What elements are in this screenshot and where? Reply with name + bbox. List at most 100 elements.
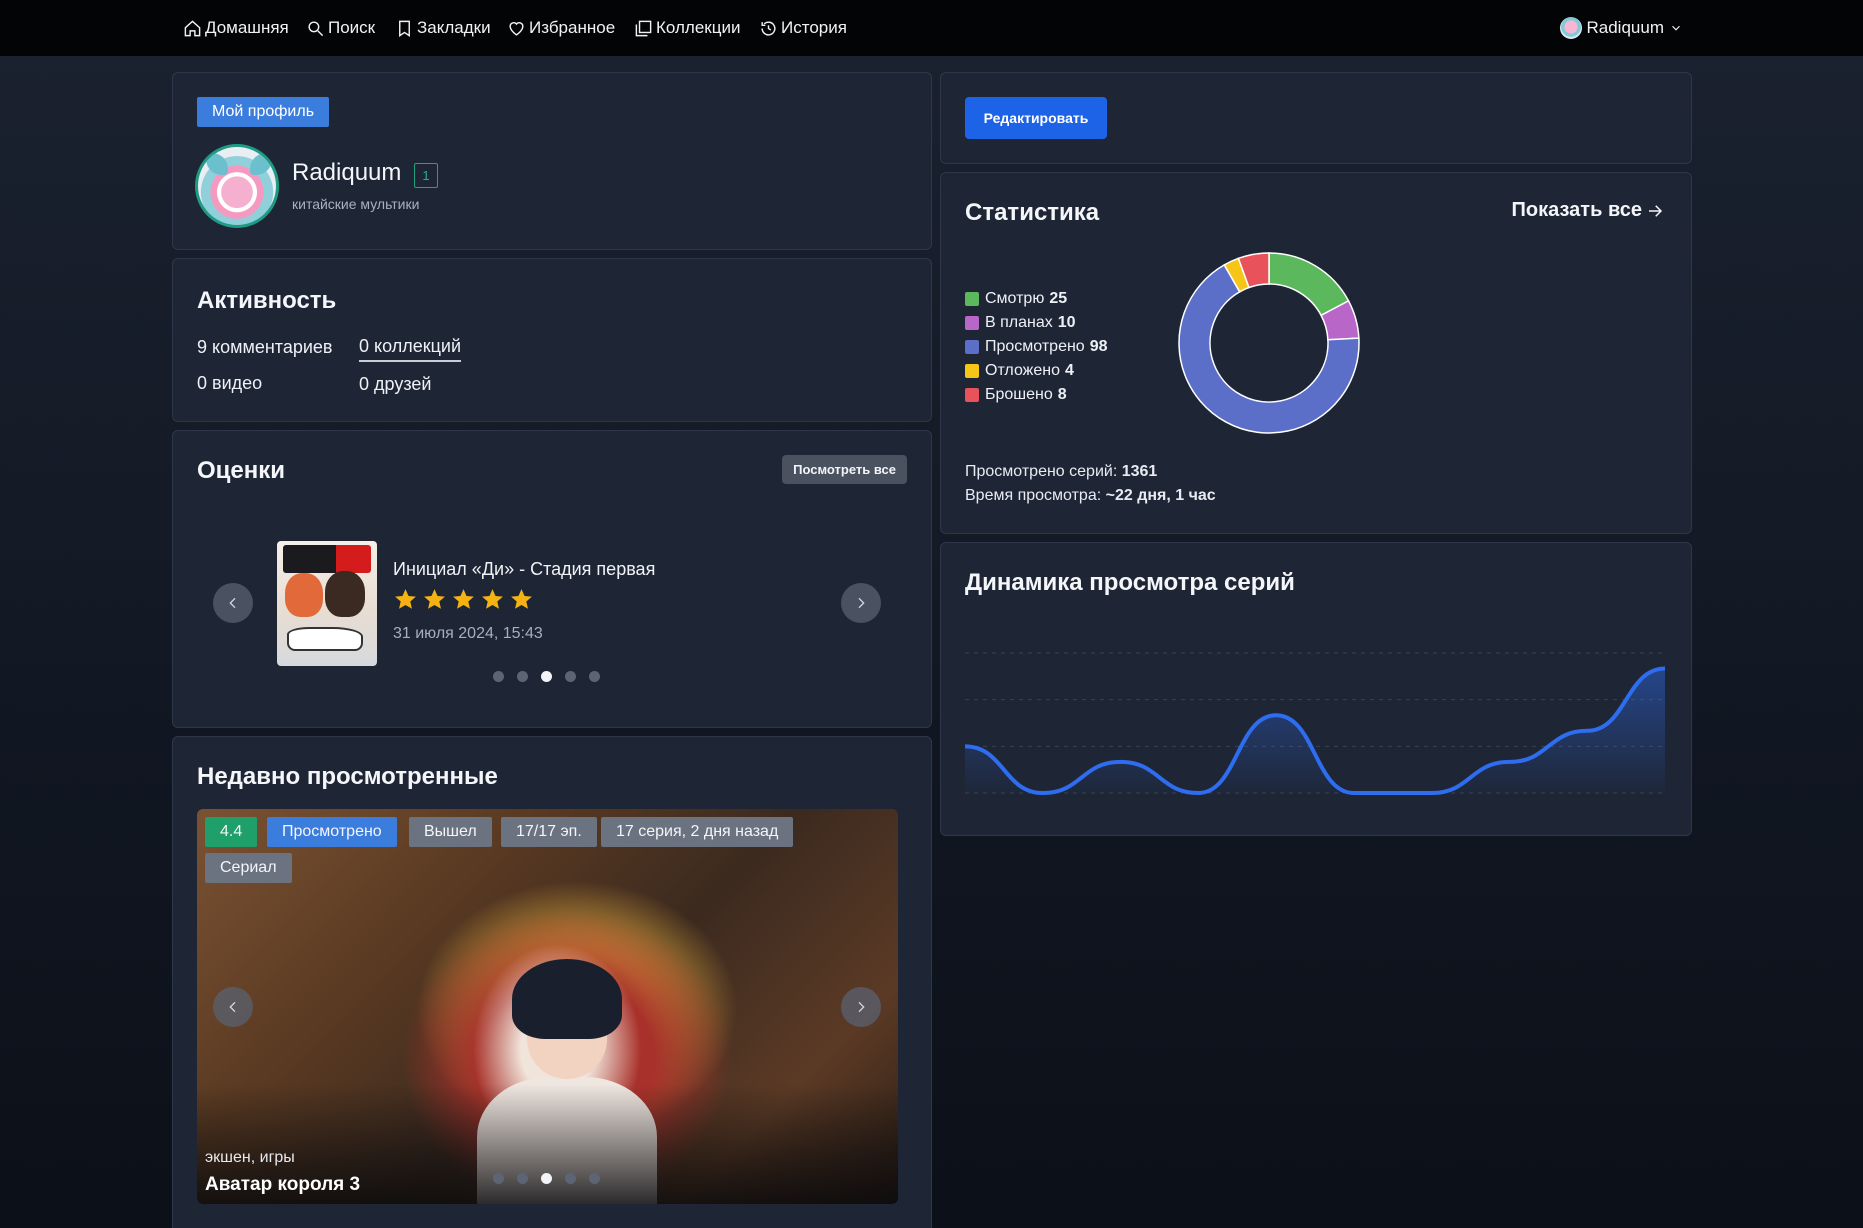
nav-collections-label: Коллекции bbox=[656, 18, 741, 37]
legend-label: Брошено bbox=[985, 386, 1053, 403]
legend-swatch bbox=[965, 340, 979, 354]
nav-history-label: История bbox=[781, 18, 847, 37]
type-badge: Сериал bbox=[205, 853, 292, 883]
my-profile-badge: Мой профиль bbox=[197, 97, 330, 127]
episodes-watched: Просмотрено серий: 1361 bbox=[965, 463, 1157, 481]
chevron-right-icon bbox=[858, 1001, 865, 1013]
recent-next-button[interactable] bbox=[841, 987, 881, 1027]
nav-search-label: Поиск bbox=[328, 18, 376, 37]
status-legend: Смотрю 25 В планах 10 Просмотрено 98 Отложено 4… bbox=[965, 287, 1108, 407]
history-icon bbox=[761, 21, 776, 36]
watch-time: Время просмотра: ~22 дня, 1 час bbox=[965, 487, 1216, 505]
legend-label: Просмотрено bbox=[985, 338, 1085, 355]
recent-pagination bbox=[493, 1173, 600, 1184]
legend-item: В планах 10 bbox=[965, 311, 1108, 335]
watched-badge: Просмотрено bbox=[267, 817, 397, 847]
comments-count: 9 комментариев bbox=[197, 337, 333, 357]
watch-time-value: ~22 дня, 1 час bbox=[1105, 487, 1216, 504]
nav-history[interactable]: История bbox=[759, 0, 847, 56]
collections-link[interactable]: 0 коллекций bbox=[359, 336, 462, 362]
ratings-next-button[interactable] bbox=[841, 583, 881, 623]
edit-card: Редактировать bbox=[940, 72, 1692, 164]
arrow-right-icon bbox=[1649, 204, 1663, 217]
pagination-dot[interactable] bbox=[589, 671, 600, 682]
show-all-link[interactable]: Показать все bbox=[1512, 199, 1664, 222]
nav-favorites[interactable]: Избранное bbox=[507, 0, 615, 56]
videos-count: 0 видео bbox=[197, 373, 263, 393]
rating-stars bbox=[393, 587, 534, 612]
activity-title: Активность bbox=[197, 287, 337, 314]
pagination-dot[interactable] bbox=[493, 671, 504, 682]
dynamics-title: Динамика просмотра серий bbox=[965, 569, 1295, 596]
last-episode-badge: 17 серия, 2 дня назад bbox=[601, 817, 794, 847]
star-icon bbox=[453, 589, 474, 609]
chevron-right-icon bbox=[858, 597, 865, 609]
ratings-pagination bbox=[493, 671, 600, 682]
legend-label: Отложено bbox=[985, 362, 1060, 379]
level-badge: 1 bbox=[414, 163, 438, 188]
recent-title: Недавно просмотренные bbox=[197, 763, 498, 790]
legend-item: Отложено 4 bbox=[965, 359, 1108, 383]
legend-item: Просмотрено 98 bbox=[965, 335, 1108, 359]
legend-value: 4 bbox=[1065, 362, 1074, 379]
recent-banner[interactable]: 4.4 Просмотрено Вышел 17/17 эп. 17 серия… bbox=[197, 809, 898, 1204]
rating-poster[interactable] bbox=[277, 541, 377, 666]
view-all-ratings-button[interactable]: Посмотреть все bbox=[782, 455, 907, 484]
legend-swatch bbox=[965, 388, 979, 402]
episodes-label: Просмотрено серий: bbox=[965, 463, 1118, 480]
ratings-card: Оценки Посмотреть все Инициал «Ди» - Ста… bbox=[172, 430, 932, 728]
recent-prev-button[interactable] bbox=[213, 987, 253, 1027]
heart-icon bbox=[509, 21, 524, 36]
user-menu[interactable]: Radiquum bbox=[1559, 0, 1684, 56]
show-genres: экшен, игры bbox=[205, 1149, 295, 1166]
watch-time-label: Время просмотра: bbox=[965, 487, 1102, 504]
ratings-title: Оценки bbox=[197, 457, 286, 484]
legend-item: Смотрю 25 bbox=[965, 287, 1108, 311]
nav-collections[interactable]: Коллекции bbox=[634, 0, 740, 56]
profile-status: китайские мультики bbox=[292, 196, 420, 212]
legend-swatch bbox=[965, 316, 979, 330]
legend-value: 98 bbox=[1089, 338, 1108, 355]
episodes-area-chart bbox=[965, 652, 1665, 796]
avatar bbox=[195, 144, 279, 228]
legend-label: Смотрю bbox=[985, 290, 1045, 307]
pagination-dot[interactable] bbox=[493, 1173, 504, 1184]
recent-card: Недавно просмотренные 4.4 Просмотрено Вы… bbox=[172, 736, 932, 1228]
profile-card: Мой профиль Radiquum 1 китайские мультик… bbox=[172, 72, 932, 250]
score-badge: 4.4 bbox=[205, 817, 258, 847]
legend-value: 25 bbox=[1049, 290, 1068, 307]
statistics-title: Статистика bbox=[965, 199, 1100, 226]
profile-username: Radiquum bbox=[292, 159, 402, 186]
pagination-dot[interactable] bbox=[565, 1173, 576, 1184]
star-icon bbox=[511, 589, 532, 609]
nav-search[interactable]: Поиск bbox=[306, 0, 375, 56]
chevron-down-icon bbox=[1672, 25, 1680, 31]
nav-favorites-label: Избранное bbox=[529, 18, 616, 37]
star-icon bbox=[424, 589, 445, 609]
pagination-dot[interactable] bbox=[517, 1173, 528, 1184]
episodes-value: 1361 bbox=[1121, 463, 1158, 480]
star-icon bbox=[482, 589, 503, 609]
pagination-dot[interactable] bbox=[541, 1173, 552, 1184]
donut-slice bbox=[1268, 252, 1350, 317]
home-icon bbox=[184, 19, 201, 36]
friends-count: 0 друзей bbox=[359, 374, 432, 394]
activity-card: Активность 9 комментариев 0 коллекций 0 … bbox=[172, 258, 932, 422]
pagination-dot[interactable] bbox=[589, 1173, 600, 1184]
pagination-dot[interactable] bbox=[541, 671, 552, 682]
legend-item: Брошено 8 bbox=[965, 383, 1108, 407]
show-name[interactable]: Аватар короля 3 bbox=[205, 1174, 360, 1196]
rating-date: 31 июля 2024, 15:43 bbox=[393, 625, 543, 642]
pagination-dot[interactable] bbox=[517, 671, 528, 682]
edit-profile-button[interactable]: Редактировать bbox=[965, 97, 1107, 139]
legend-swatch bbox=[965, 292, 979, 306]
rating-item-title[interactable]: Инициал «Ди» - Стадия первая bbox=[393, 559, 655, 580]
collections-icon bbox=[635, 20, 652, 36]
ratings-prev-button[interactable] bbox=[213, 583, 253, 623]
chevron-left-icon bbox=[229, 597, 236, 609]
nav-bookmarks[interactable]: Закладки bbox=[395, 0, 491, 56]
user-menu-name: Radiquum bbox=[1586, 18, 1665, 37]
pagination-dot[interactable] bbox=[565, 671, 576, 682]
nav-home[interactable]: Домашняя bbox=[183, 0, 289, 56]
star-icon bbox=[395, 589, 416, 609]
